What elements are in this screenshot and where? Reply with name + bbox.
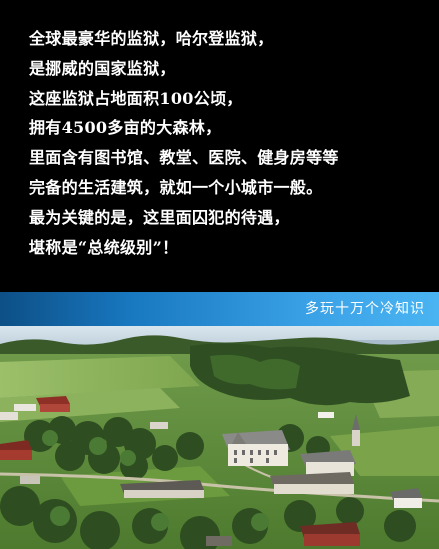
text-line: 完备的生活建筑，就如一个小城市一般。: [29, 177, 323, 197]
source-banner: 多玩十万个冷知识: [0, 292, 439, 326]
text-line: 最为关键的是，这里面囚犯的待遇，: [29, 207, 290, 227]
prison-aerial-photo: [0, 326, 439, 549]
text-line: 全球最豪华的监狱，哈尔登监狱，: [29, 29, 274, 48]
text-line: 堪称是“总统级别”！: [29, 237, 179, 257]
text-panel: 全球最豪华的监狱，哈尔登监狱， 是挪威的国家监狱， 这座监狱占地面积100公顷，…: [0, 0, 439, 292]
text-line: 拥有4500多亩的大森林，: [29, 118, 222, 138]
banner-text: 多玩十万个冷知识: [305, 301, 425, 317]
article-text: 全球最豪华的监狱，哈尔登监狱， 是挪威的国家监狱， 这座监狱占地面积100公顷，…: [29, 24, 339, 262]
text-line: 是挪威的国家监狱，: [29, 58, 176, 78]
text-line: 里面含有图书馆、教堂、医院、健身房等等: [29, 148, 339, 168]
text-line: 这座监狱占地面积100公顷，: [29, 88, 243, 108]
